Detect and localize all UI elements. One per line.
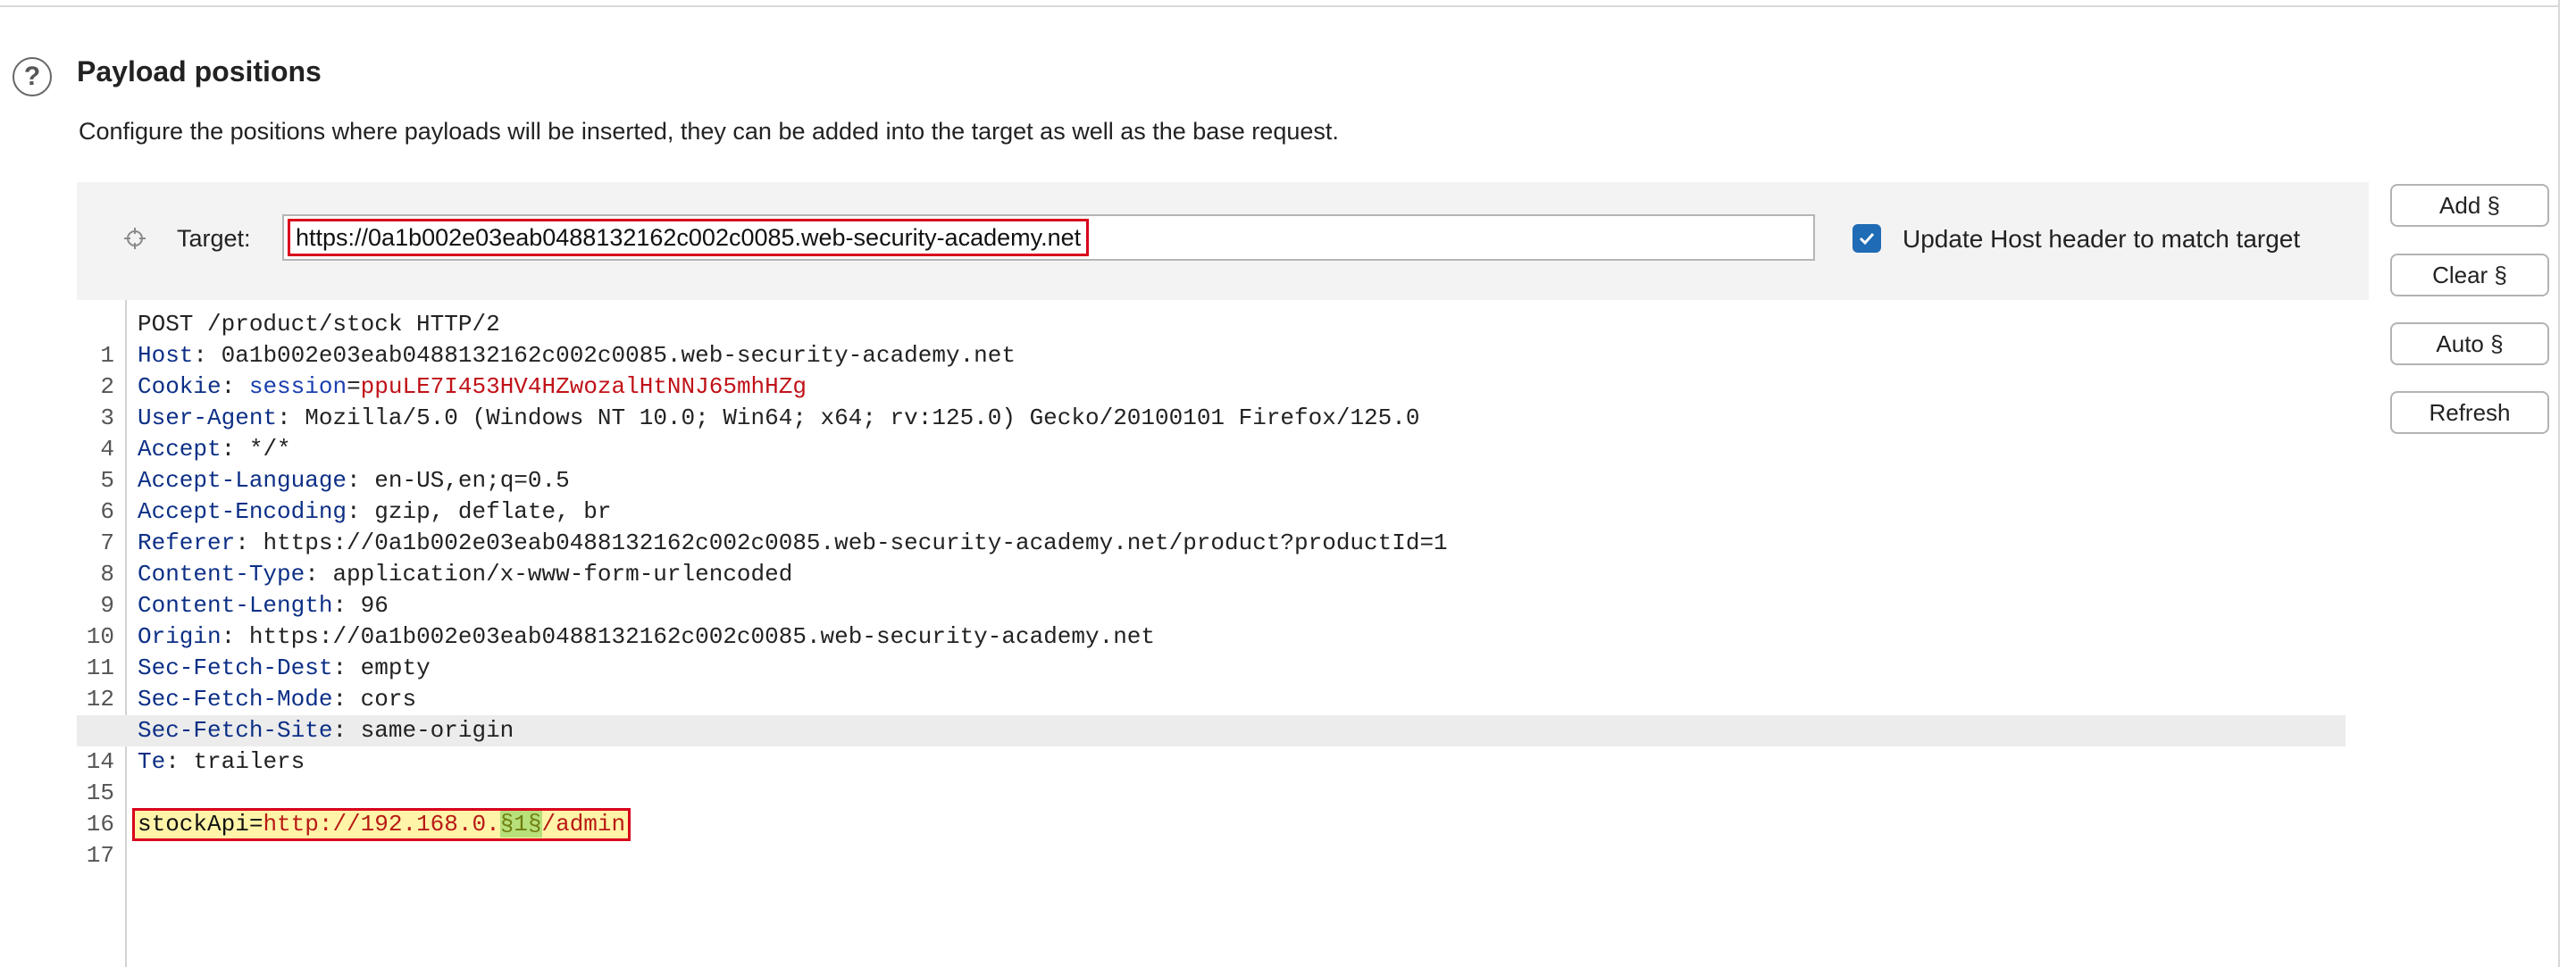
header-name: Cookie: [138, 373, 222, 400]
header-name: User-Agent: [138, 404, 278, 431]
header-line[interactable]: 5 Accept: */*: [77, 434, 2346, 494]
target-url-field[interactable]: https://0a1b002e03eab0488132162c002c0085…: [282, 214, 1815, 261]
header-line[interactable]: 9 Content-Type: application/x-www-form-u…: [77, 559, 2346, 619]
payload-position-highlight[interactable]: stockApi=http://192.168.0.§1§/admin: [132, 808, 631, 841]
top-divider: [0, 5, 2558, 7]
header-name: Content-Length: [138, 592, 333, 619]
header-value: trailers: [193, 748, 305, 775]
header-name: Accept-Encoding: [138, 498, 347, 525]
header-value: application/x-www-form-urlencoded: [332, 561, 793, 588]
payload-marker[interactable]: §1§: [499, 811, 542, 838]
header-value: https://0a1b002e03eab0488132162c002c0085…: [248, 623, 1156, 650]
body-param-prefix: http://192.168.0.: [263, 811, 500, 838]
target-label: Target:: [177, 225, 251, 252]
header-name: Accept: [138, 436, 222, 463]
header-value: */*: [248, 436, 291, 463]
section-description: Configure the positions where payloads w…: [79, 118, 1339, 145]
header-value: same-origin: [360, 717, 514, 744]
body-param-key: stockApi: [138, 811, 249, 838]
header-line[interactable]: 7 Accept-Encoding: gzip, deflate, br: [77, 496, 2346, 556]
help-icon[interactable]: ?: [13, 57, 52, 96]
header-line[interactable]: 6 Accept-Language: en-US,en;q=0.5: [77, 465, 2346, 525]
header-value: Mozilla/5.0 (Windows NT 10.0; Win64; x64…: [305, 404, 1420, 431]
header-line[interactable]: 4 User-Agent: Mozilla/5.0 (Windows NT 10…: [77, 403, 2346, 463]
header-line[interactable]: 13 Sec-Fetch-Mode: cors: [77, 684, 2346, 744]
request-line[interactable]: 1 POST /product/stock HTTP/2: [77, 309, 2346, 369]
target-url-value[interactable]: https://0a1b002e03eab0488132162c002c0085…: [288, 219, 1090, 256]
header-value: 96: [360, 592, 389, 619]
header-value: gzip, deflate, br: [374, 498, 612, 525]
header-line[interactable]: 8 Referer: https://0a1b002e03eab04881321…: [77, 528, 2346, 588]
header-line[interactable]: 10 Content-Length: 96: [77, 590, 2346, 650]
header-name: Origin: [138, 623, 222, 650]
cookie-key: session: [248, 373, 347, 400]
header-line[interactable]: 12 Sec-Fetch-Dest: empty: [77, 653, 2346, 713]
update-host-label[interactable]: Update Host header to match target: [1903, 225, 2300, 254]
checkmark-icon: [1859, 232, 1875, 246]
cookie-line[interactable]: 3 Cookie: session=ppuLE7I453HV4HZwozalHt…: [77, 371, 2346, 431]
header-value: cors: [360, 686, 417, 713]
update-host-checkbox[interactable]: [1853, 224, 1881, 253]
header-name: Host: [138, 342, 194, 369]
section-title: Payload positions: [77, 55, 322, 88]
auto-markers-button[interactable]: Auto §: [2390, 322, 2549, 365]
header-name: Content-Type: [138, 561, 305, 588]
blank-line[interactable]: 16: [77, 778, 2346, 838]
header-name: Accept-Language: [138, 467, 347, 494]
header-name: Referer: [138, 529, 236, 556]
header-value: en-US,en;q=0.5: [374, 467, 570, 494]
request-line-text: POST /product/stock HTTP/2: [138, 311, 500, 338]
line-number: 17: [86, 842, 114, 869]
crosshair-icon[interactable]: [123, 227, 146, 250]
refresh-button[interactable]: Refresh: [2390, 391, 2549, 434]
header-line-current[interactable]: 14 Sec-Fetch-Site: same-origin: [77, 715, 2346, 775]
header-line[interactable]: 2 Host: 0a1b002e03eab0488132162c002c0085…: [77, 340, 2346, 400]
header-name: Te: [138, 748, 166, 775]
body-param-suffix: /admin: [541, 811, 626, 838]
add-marker-button[interactable]: Add §: [2390, 184, 2549, 227]
header-value: empty: [360, 654, 431, 681]
header-name: Sec-Fetch-Site: [138, 717, 333, 744]
header-name: Sec-Fetch-Dest: [138, 654, 333, 681]
header-name: Sec-Fetch-Mode: [138, 686, 333, 713]
header-line[interactable]: 11 Origin: https://0a1b002e03eab04881321…: [77, 621, 2346, 681]
request-editor[interactable]: 1 POST /product/stock HTTP/2 2 Host: 0a1…: [77, 300, 2369, 967]
header-value: https://0a1b002e03eab0488132162c002c0085…: [263, 529, 1448, 556]
header-value: 0a1b002e03eab0488132162c002c0085.web-sec…: [221, 342, 1016, 369]
header-line[interactable]: 15 Te: trailers: [77, 746, 2346, 806]
right-panel-edge: [2558, 0, 2560, 967]
clear-markers-button[interactable]: Clear §: [2390, 254, 2549, 296]
cookie-value: ppuLE7I453HV4HZwozalHtNNJ65mhHZg: [360, 373, 807, 400]
body-line[interactable]: 17 stockApi=http://192.168.0.§1§/admin: [77, 808, 2346, 869]
